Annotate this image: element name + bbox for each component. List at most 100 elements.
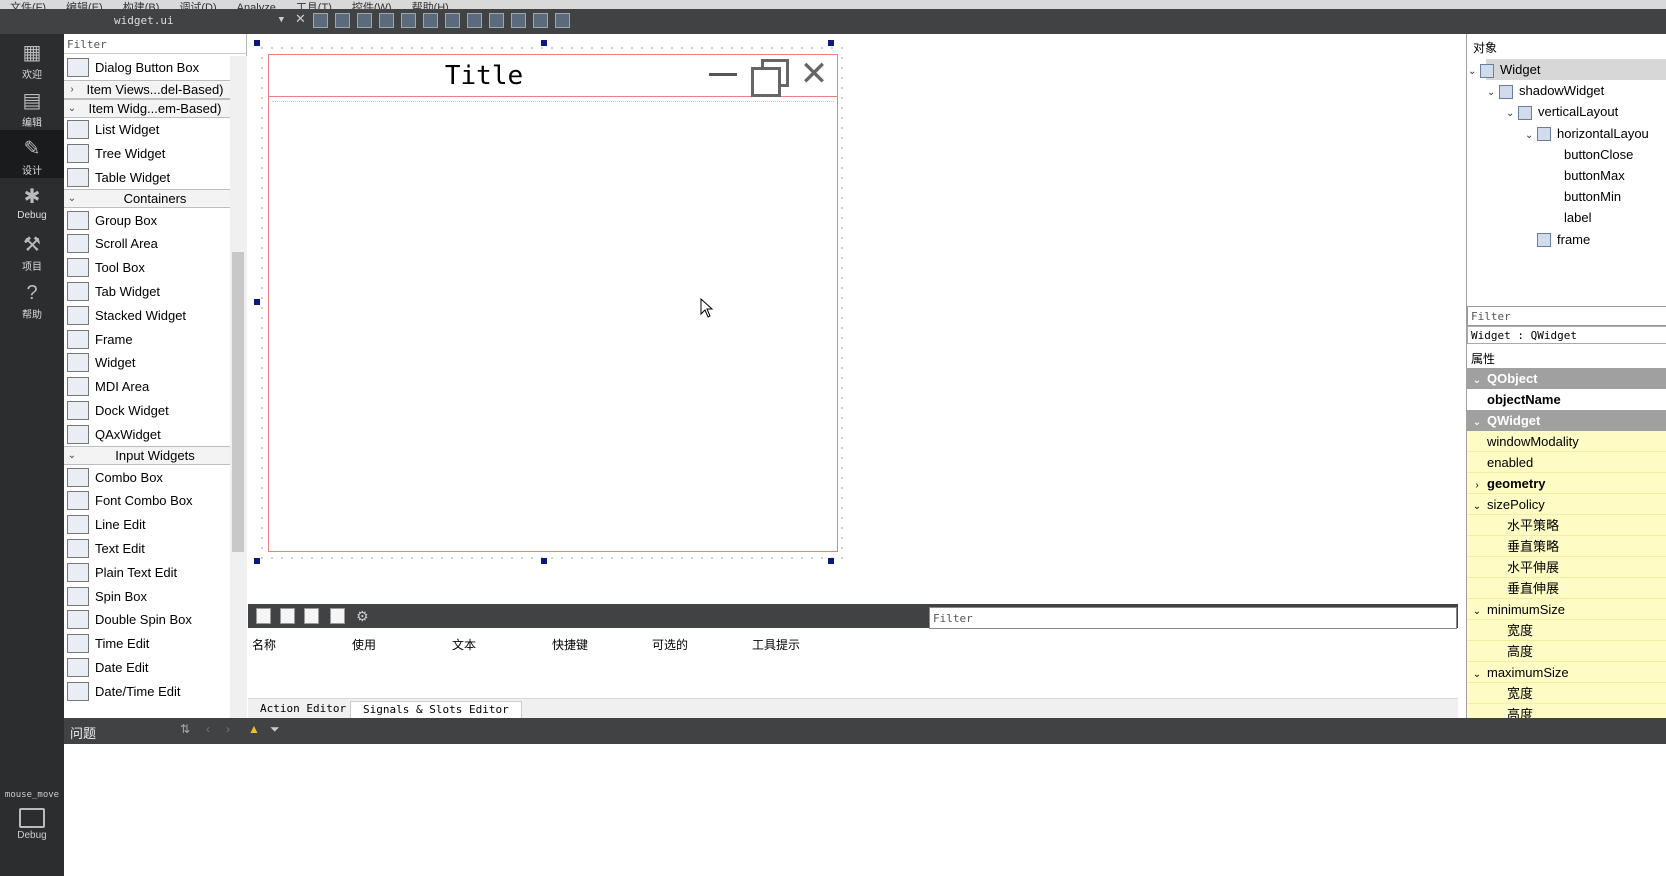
widget-item[interactable]: QAxWidget bbox=[64, 422, 230, 446]
property-row[interactable]: 垂直策略 bbox=[1467, 536, 1666, 557]
object-tree-item[interactable]: ⌄ Widget bbox=[1468, 59, 1540, 80]
resize-handle[interactable] bbox=[828, 558, 834, 564]
widget-item[interactable]: Widget bbox=[64, 351, 230, 375]
toolbar-icon[interactable] bbox=[335, 13, 350, 28]
mode-pencil[interactable]: ✎ 设计 bbox=[0, 130, 64, 178]
property-row[interactable]: ⌄ maximumSize bbox=[1467, 662, 1666, 683]
property-filter-input[interactable]: Filter bbox=[1467, 306, 1666, 326]
close-icon[interactable]: ✕ bbox=[797, 57, 831, 91]
widget-item[interactable]: List Widget bbox=[64, 118, 230, 142]
widget-item[interactable]: Scroll Area bbox=[64, 232, 230, 256]
warning-icon[interactable]: ▲ bbox=[248, 722, 260, 736]
resize-handle[interactable] bbox=[254, 299, 260, 305]
property-row[interactable]: 水平策略 bbox=[1467, 515, 1666, 536]
object-tree-item[interactable]: buttonClose bbox=[1544, 144, 1633, 165]
resize-handle[interactable] bbox=[254, 40, 260, 46]
column-header[interactable]: 使用 bbox=[352, 636, 376, 653]
toolbar-icon[interactable] bbox=[467, 13, 482, 28]
object-tree-item[interactable]: ⌄ verticalLayout bbox=[1506, 101, 1618, 122]
close-document-icon[interactable]: ✕ bbox=[295, 11, 306, 27]
expand-icon[interactable]: › bbox=[1467, 475, 1487, 496]
expand-icon[interactable]: ⌄ bbox=[1467, 496, 1487, 517]
delete-action-icon[interactable] bbox=[330, 608, 345, 624]
expand-icon[interactable]: ⌄ bbox=[1467, 601, 1487, 622]
widget-item[interactable]: Spin Box bbox=[64, 584, 230, 608]
new-action-icon[interactable] bbox=[256, 608, 271, 624]
widget-item[interactable]: Tab Widget bbox=[64, 280, 230, 304]
widget-item[interactable]: Plain Text Edit bbox=[64, 560, 230, 584]
chevron-down-icon[interactable]: ⌄ bbox=[1468, 61, 1480, 82]
object-tree-item[interactable]: frame bbox=[1525, 229, 1590, 250]
title-label[interactable]: Title bbox=[269, 55, 699, 97]
toolbar-icon[interactable] bbox=[401, 13, 416, 28]
toolbar-icon[interactable] bbox=[511, 13, 526, 28]
property-row[interactable]: objectName bbox=[1467, 389, 1666, 410]
widget-item[interactable]: Dialog Button Box bbox=[64, 56, 230, 80]
resize-handle[interactable] bbox=[828, 40, 834, 46]
property-row[interactable]: ⌄ QObject bbox=[1467, 368, 1666, 389]
toolbar-icon[interactable] bbox=[555, 13, 570, 28]
tab-signals-slots-editor[interactable]: Signals & Slots Editor bbox=[350, 701, 522, 718]
widget-item[interactable]: Tool Box bbox=[64, 256, 230, 280]
resize-handle[interactable] bbox=[541, 40, 547, 46]
configure-icon[interactable]: ⚙ bbox=[356, 608, 371, 624]
toolbar-icon[interactable] bbox=[313, 13, 328, 28]
widgetbox-scroll-thumb[interactable] bbox=[232, 252, 244, 552]
chevron-down-icon[interactable]: ⌄ bbox=[1525, 125, 1537, 146]
toolbar-icon[interactable] bbox=[489, 13, 504, 28]
widget-item[interactable]: Frame bbox=[64, 327, 230, 351]
property-row[interactable]: 垂直伸展 bbox=[1467, 578, 1666, 599]
widget-item[interactable]: Group Box bbox=[64, 208, 230, 232]
expand-icon[interactable]: ⌄ bbox=[1467, 412, 1487, 433]
property-row[interactable]: 高度 bbox=[1467, 641, 1666, 662]
resize-handle[interactable] bbox=[254, 558, 260, 564]
action-filter-input[interactable]: Filter bbox=[929, 607, 1457, 629]
toolbar-icon[interactable] bbox=[379, 13, 394, 28]
property-row[interactable]: 水平伸展 bbox=[1467, 557, 1666, 578]
title-bar-layout[interactable]: Title ✕ bbox=[269, 55, 837, 97]
widget-item[interactable]: Date Edit bbox=[64, 656, 230, 680]
widget-item[interactable]: Line Edit bbox=[64, 513, 230, 537]
prev-icon[interactable]: ‹ bbox=[206, 722, 210, 736]
toolbar-icon[interactable] bbox=[445, 13, 460, 28]
mode-help[interactable]: ? 帮助 bbox=[0, 274, 64, 322]
property-row[interactable]: 宽度 bbox=[1467, 683, 1666, 704]
widget-category[interactable]: ⌄ Input Widgets bbox=[64, 446, 230, 466]
column-header[interactable]: 可选的 bbox=[652, 636, 688, 653]
object-tree-item[interactable]: buttonMax bbox=[1544, 165, 1625, 186]
object-tree-item[interactable]: label bbox=[1544, 207, 1591, 228]
paste-action-icon[interactable] bbox=[304, 608, 319, 624]
target-selector[interactable]: mouse_move Debug bbox=[0, 790, 64, 876]
widget-item[interactable]: MDI Area bbox=[64, 375, 230, 399]
toolbar-icon[interactable] bbox=[357, 13, 372, 28]
widget-item[interactable]: Time Edit bbox=[64, 632, 230, 656]
chevron-down-icon[interactable]: ⌄ bbox=[1506, 103, 1518, 124]
widget-item[interactable]: Dock Widget bbox=[64, 399, 230, 423]
resize-handle[interactable] bbox=[541, 558, 547, 564]
maximize-icon[interactable] bbox=[751, 59, 791, 97]
widget-item[interactable]: Double Spin Box bbox=[64, 608, 230, 632]
mode-edit-doc[interactable]: ▤ 编辑 bbox=[0, 82, 64, 130]
copy-action-icon[interactable] bbox=[280, 608, 295, 624]
property-row[interactable]: windowModality bbox=[1467, 431, 1666, 452]
mode-grid[interactable]: ▦ 欢迎 bbox=[0, 34, 64, 82]
mode-wrench[interactable]: ⚒ 项目 bbox=[0, 226, 64, 274]
widget-item[interactable]: Table Widget bbox=[64, 165, 230, 189]
widget-item[interactable]: Date/Time Edit bbox=[64, 679, 230, 703]
sort-icon[interactable]: ⇅ bbox=[180, 722, 190, 736]
chevron-down-icon[interactable]: ⌄ bbox=[1487, 82, 1499, 103]
object-tree-item[interactable]: ⌄ shadowWidget bbox=[1487, 80, 1604, 101]
column-header[interactable]: 文本 bbox=[452, 636, 476, 653]
minimize-icon[interactable] bbox=[709, 73, 737, 76]
expand-icon[interactable]: ⌄ bbox=[1467, 664, 1487, 685]
property-row[interactable]: ⌄ QWidget bbox=[1467, 410, 1666, 431]
object-tree-item[interactable]: buttonMin bbox=[1544, 186, 1621, 207]
property-row[interactable]: ⌄ minimumSize bbox=[1467, 599, 1666, 620]
widget-item[interactable]: Tree Widget bbox=[64, 142, 230, 166]
widget-category[interactable]: ⌄ Containers bbox=[64, 189, 230, 209]
toolbar-icon[interactable] bbox=[423, 13, 438, 28]
widget-item[interactable]: Stacked Widget bbox=[64, 303, 230, 327]
property-row[interactable]: 宽度 bbox=[1467, 620, 1666, 641]
tab-action-editor[interactable]: Action Editor bbox=[248, 701, 358, 718]
column-header[interactable]: 名称 bbox=[252, 636, 276, 653]
